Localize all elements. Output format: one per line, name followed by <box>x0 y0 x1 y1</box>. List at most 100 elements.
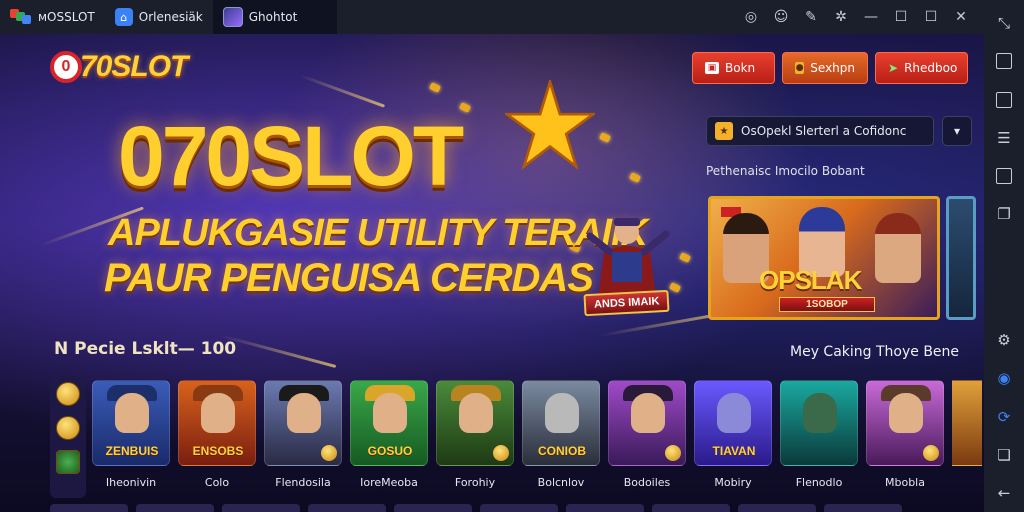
gamepad-icon[interactable]: ◎ <box>736 0 766 34</box>
location-icon[interactable]: ◉ <box>984 359 1024 397</box>
settings-icon[interactable]: ✲ <box>826 0 856 34</box>
screenshot-icon[interactable] <box>984 80 1024 118</box>
game-tile[interactable]: Mbobla <box>866 380 944 489</box>
login-button-label: Bokn <box>725 61 756 75</box>
coin-icon <box>923 445 939 461</box>
game-name: Mbobla <box>885 476 925 489</box>
emulator-sidebar: ⤡ ☰ ❐ ⚙ ◉ ⟳ ❏ ← <box>984 0 1024 512</box>
game-tile[interactable]: CONIOB Bolcnlov <box>522 380 600 489</box>
clover-icon[interactable] <box>56 450 80 474</box>
game-name: Flenodlo <box>795 476 843 489</box>
chevron-down-icon[interactable]: ▾ <box>942 116 972 146</box>
game-tile[interactable]: GOSUO IoreMeoba <box>350 380 428 489</box>
window-controls: ◎ ☺ ✎ ✲ — ☐ ☐ ✕ <box>736 0 984 34</box>
register-button[interactable]: ➤ Rhedboo <box>875 52 968 84</box>
coin-icon <box>321 445 337 461</box>
star-icon <box>505 80 595 170</box>
game-caption: CONIOB <box>538 444 586 458</box>
rotate-icon[interactable]: ⟳ <box>984 397 1024 435</box>
hero-subtitle-line2: PAUR PENGUISA CERDAS <box>104 256 594 300</box>
folder-icon[interactable] <box>984 157 1024 195</box>
window-titlebar: ᴍOSSLOT ⌂ Orlenesiäk Ghohtot ◎ ☺ ✎ ✲ — ☐… <box>0 0 984 34</box>
brand-logo[interactable]: 0 70SLOT <box>50 50 188 84</box>
logo-text: 70SLOT <box>80 50 188 83</box>
game-name: Bolcnlov <box>537 476 585 489</box>
game-tile[interactable]: Bodoiles <box>608 380 686 489</box>
layers-icon[interactable]: ❏ <box>984 436 1024 474</box>
record-icon[interactable]: ☰ <box>984 119 1024 157</box>
game-name: Iheonivin <box>105 476 157 489</box>
game-tile[interactable]: Flendosila <box>264 380 342 489</box>
game-thumbnail <box>780 380 858 466</box>
tab-game[interactable]: Ghohtot <box>212 0 337 34</box>
hero-title: 070SLOT <box>118 109 464 203</box>
game-caption: ENSOBS <box>192 444 244 458</box>
games-section-title: N Pecie Lsklt— 100 <box>54 339 237 359</box>
home-icon: ⌂ <box>114 8 133 26</box>
coin-icon[interactable] <box>56 416 80 440</box>
tools-icon[interactable]: ✎ <box>796 0 826 34</box>
tab-label: ᴍOSSLOT <box>38 10 95 24</box>
next-row-tiles <box>50 504 980 512</box>
back-icon[interactable]: ← <box>984 474 1024 512</box>
game-tile[interactable]: Flenodlo <box>780 380 858 489</box>
character-portrait <box>875 213 921 283</box>
game-thumbnail <box>866 380 944 466</box>
game-grid: ZENBUIS Iheonivin ENSOBS Colo Flendosila… <box>92 380 982 489</box>
deposit-button-label: Sexhpn <box>810 61 855 75</box>
account-icon[interactable]: ☺ <box>766 0 796 34</box>
coin-icon: ● <box>795 62 805 74</box>
games-section-link[interactable]: Mey Caking Thoye Bene <box>790 344 959 360</box>
login-button[interactable]: ▣ Bokn <box>692 52 775 84</box>
expand-icon[interactable]: ⤡ <box>984 4 1024 42</box>
settings-icon[interactable]: ⚙ <box>984 321 1024 359</box>
promo-banner[interactable]: OPSLAK 1SOBOP <box>708 196 940 320</box>
hero-subtitle-line1: APLUKGASIE UTILITY TERAIIK <box>108 212 648 254</box>
game-caption: TIAVAN <box>712 444 756 458</box>
game-name: Bodoiles <box>623 476 671 489</box>
promo-selector[interactable]: ★ OsOpekl Slerterl a Cofidonc <box>706 116 934 146</box>
mascot-label: ANDS IMAIK <box>583 289 670 317</box>
game-name: IoreMeoba <box>360 476 418 489</box>
copy-icon[interactable]: ❐ <box>984 195 1024 233</box>
gift-icon: ★ <box>715 122 733 140</box>
maximize-icon[interactable]: ☐ <box>916 0 946 34</box>
header-buttons: ▣ Bokn ● Sexhpn ➤ Rhedboo <box>692 52 968 84</box>
login-icon: ▣ <box>705 62 719 74</box>
game-name: Colo <box>204 476 230 489</box>
tab-label: Orlenesiäk <box>138 10 203 24</box>
game-tile[interactable]: TIAVAN Mobiry <box>694 380 772 489</box>
game-tile[interactable]: Forohiy <box>436 380 514 489</box>
coin-icon[interactable] <box>56 382 80 406</box>
coin-icon <box>598 132 612 143</box>
coin-icon <box>493 445 509 461</box>
app-player-logo-icon <box>10 9 32 25</box>
deposit-button[interactable]: ● Sexhpn <box>782 52 868 84</box>
category-column <box>50 376 86 498</box>
tab-app-player[interactable]: ᴍOSSLOT <box>0 0 105 34</box>
promo-text: OsOpekl Slerterl a Cofidonc <box>741 124 907 138</box>
game-thumbnail: CONIOB <box>522 380 600 466</box>
light-ray <box>219 334 337 369</box>
game-thumbnail <box>608 380 686 466</box>
close-icon[interactable]: ✕ <box>946 0 976 34</box>
game-tile[interactable]: ZENBUIS Iheonivin <box>92 380 170 489</box>
game-thumbnail <box>952 380 982 466</box>
coin-icon <box>628 172 642 183</box>
register-button-label: Rhedboo <box>904 61 958 75</box>
game-thumbnail <box>436 380 514 466</box>
minimize-icon[interactable]: — <box>856 0 886 34</box>
banner-subtitle: 1SOBOP <box>779 297 875 312</box>
game-tile[interactable]: ENSOBS Colo <box>178 380 256 489</box>
tab-home[interactable]: ⌂ Orlenesiäk <box>105 0 213 34</box>
restore-icon[interactable]: ☐ <box>886 0 916 34</box>
package-icon[interactable] <box>984 42 1024 80</box>
game-thumbnail: ZENBUIS <box>92 380 170 466</box>
game-tile[interactable] <box>952 380 982 489</box>
coin-icon <box>665 445 681 461</box>
promo-banner-next[interactable] <box>946 196 976 320</box>
light-ray <box>299 74 386 108</box>
game-app-icon <box>222 7 243 27</box>
game-caption: ZENBUIS <box>105 444 159 458</box>
coin-icon <box>678 252 692 263</box>
